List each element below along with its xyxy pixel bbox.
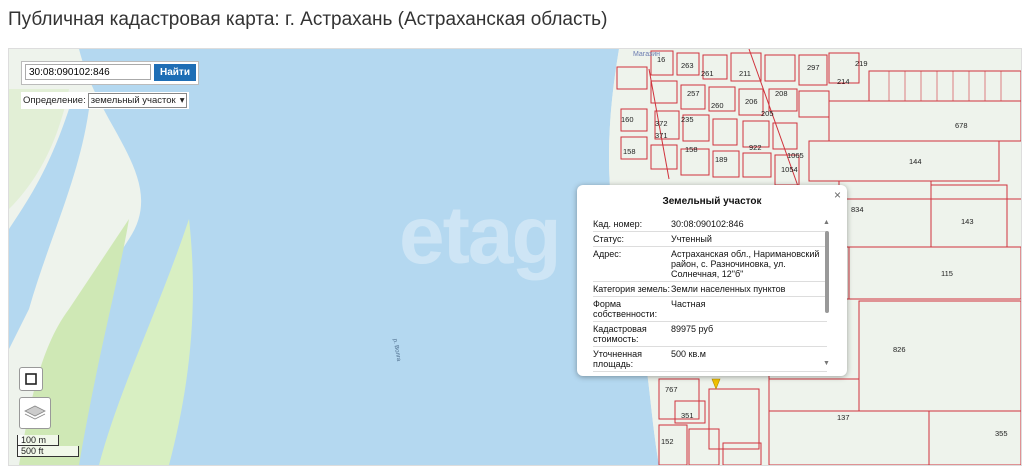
popup-table: Кад. номер: 30:08:090102:846 Статус: Учт… [593, 217, 827, 372]
row-value: Земли населенных пунктов [671, 284, 786, 294]
page-title: Публичная кадастровая карта: г. Астрахан… [8, 9, 608, 30]
plot-label: 826 [893, 345, 906, 354]
popup-row: Кад. номер: 30:08:090102:846 [593, 217, 827, 232]
row-value: Частная [671, 299, 706, 309]
popup-row: Категория земель: Земли населенных пункт… [593, 282, 827, 297]
plot-label: 261 [701, 69, 714, 78]
row-label: Адрес: [593, 249, 622, 259]
layers-button[interactable] [19, 397, 51, 429]
definition-label: Определение: [23, 95, 86, 106]
plot-label: 143 [961, 217, 974, 226]
plot-label: 160 [621, 115, 634, 124]
cadastral-search-input[interactable] [25, 64, 151, 80]
row-label: Кадастровая стоимость: [593, 324, 647, 344]
row-value: Астраханская обл., Наримановский район, … [671, 249, 820, 279]
scale-imperial: 500 ft [17, 446, 79, 457]
plot-label: 16 [657, 55, 666, 64]
popup-row: Форма собственности: Частная [593, 297, 827, 322]
plot-label: 297 [807, 63, 820, 72]
cadastral-map[interactable]: etag р. Волга Магазин 16 263 261 211 297… [8, 48, 1022, 466]
plot-label: 214 [837, 77, 850, 86]
plot-label: 206 [745, 97, 758, 106]
frame-icon [25, 373, 37, 385]
plot-label: 351 [681, 411, 694, 420]
scroll-down-icon[interactable]: ▼ [823, 360, 830, 367]
row-value: 89975 руб [671, 324, 714, 334]
plot-label: 263 [681, 61, 694, 70]
plot-label: 834 [851, 205, 864, 214]
parcel-info-popup: Земельный участок × Кад. номер: 30:08:09… [577, 185, 847, 376]
plot-label: 355 [995, 429, 1008, 438]
plot-label: 115 [941, 269, 953, 278]
search-button[interactable]: Найти [154, 64, 196, 81]
row-label: Форма собственности: [593, 299, 658, 319]
plot-label: 205 [761, 109, 774, 118]
plot-label: 260 [711, 101, 724, 110]
watermark: etag [399, 190, 562, 281]
plot-label: 158 [623, 147, 636, 156]
row-value: Учтенный [671, 234, 712, 244]
scale-metric: 100 m [17, 435, 59, 446]
row-label: Уточненная площадь: [593, 349, 643, 369]
popup-row: Адрес: Астраханская обл., Наримановский … [593, 247, 827, 282]
plot-label: 189 [715, 155, 728, 164]
search-panel: Найти [21, 61, 199, 85]
plot-label: 371 [655, 131, 668, 140]
plot-label: 235 [681, 115, 694, 124]
plot-label: 678 [955, 121, 968, 130]
popup-row: Уточненная площадь: 500 кв.м [593, 347, 827, 372]
row-label: Категория земель: [593, 284, 670, 294]
definition-row: Определение: земельный участок ▾ [21, 92, 190, 109]
plot-label: 219 [855, 59, 868, 68]
definition-select[interactable]: земельный участок ▾ [87, 93, 188, 108]
row-label: Кад. номер: [593, 219, 643, 229]
plot-label: 257 [687, 89, 700, 98]
scale-bar: 100 m 500 ft [17, 435, 79, 457]
plot-label: 1054 [781, 165, 798, 174]
scroll-thumb[interactable] [825, 231, 829, 313]
popup-row: Статус: Учтенный [593, 232, 827, 247]
layers-icon [24, 405, 46, 420]
plot-label: 158 [685, 145, 698, 154]
fullscreen-button[interactable] [19, 367, 43, 391]
plot-label: 1065 [787, 151, 804, 160]
chevron-down-icon: ▾ [179, 95, 185, 106]
row-value: 30:08:090102:846 [671, 219, 744, 229]
popup-scrollbar[interactable]: ▲ ▼ [823, 219, 831, 367]
plot-label: 137 [837, 413, 850, 422]
plot-label: 208 [775, 89, 788, 98]
popup-title: Земельный участок [662, 196, 762, 207]
row-value: 500 кв.м [671, 349, 706, 359]
plot-label: 372 [655, 119, 668, 128]
plot-label: 144 [909, 157, 922, 166]
plot-label: 767 [665, 385, 678, 394]
close-icon[interactable]: × [834, 188, 841, 202]
popup-row: Кадастровая стоимость: 89975 руб [593, 322, 827, 347]
row-label: Статус: [593, 234, 624, 244]
scroll-up-icon[interactable]: ▲ [823, 219, 830, 226]
plot-label: 922 [749, 143, 762, 152]
definition-selected: земельный участок [90, 95, 176, 106]
plot-label: 211 [739, 69, 751, 78]
plot-label: 152 [661, 437, 674, 446]
shop-label: Магазин [633, 51, 661, 58]
